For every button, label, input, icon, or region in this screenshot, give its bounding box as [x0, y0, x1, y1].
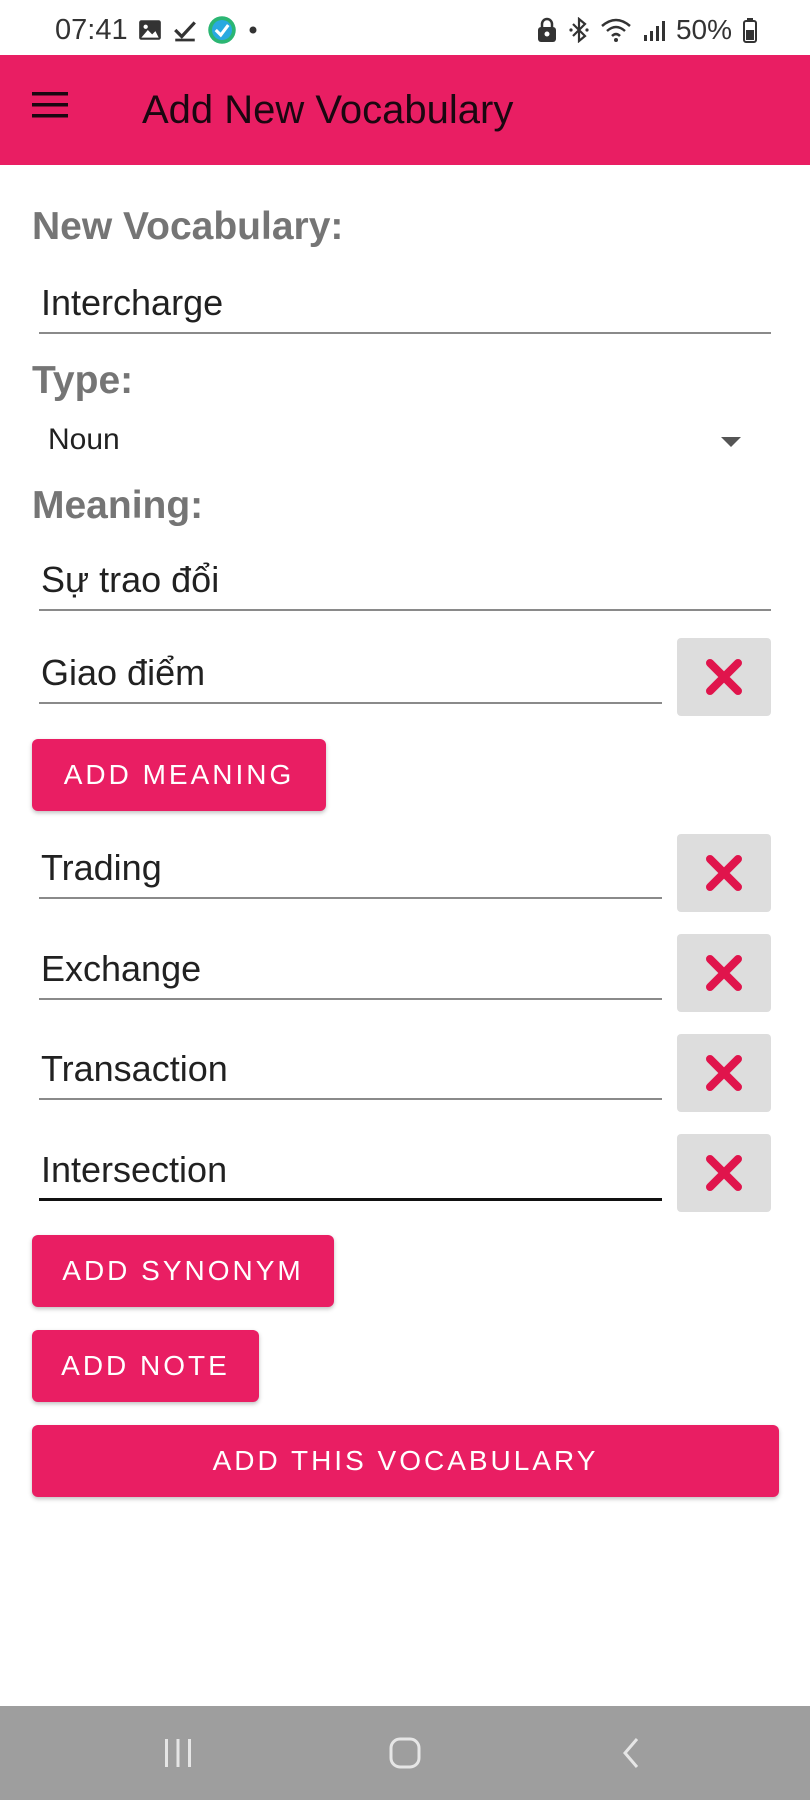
close-icon [706, 1055, 742, 1091]
home-button[interactable] [375, 1730, 435, 1776]
app-bar: Add New Vocabulary [0, 55, 810, 165]
download-done-icon [174, 21, 196, 42]
synonym-input[interactable] [39, 1141, 662, 1201]
add-vocabulary-button[interactable]: ADD THIS VOCABULARY [32, 1425, 779, 1497]
meaning-input[interactable] [39, 644, 662, 704]
add-meaning-button[interactable]: ADD MEANING [32, 739, 326, 811]
bluetooth-icon [569, 17, 589, 43]
add-vocabulary-label: ADD THIS VOCABULARY [212, 1445, 599, 1476]
close-icon [706, 855, 742, 891]
synonym-input[interactable] [39, 940, 662, 1000]
close-icon [706, 955, 742, 991]
close-icon [706, 1155, 742, 1191]
remove-synonym-button[interactable] [677, 934, 771, 1012]
recents-icon [165, 1739, 191, 1767]
status-bar: 07:41 50% [0, 0, 810, 55]
vocab-input[interactable] [39, 274, 771, 334]
synonym-input[interactable] [39, 1040, 662, 1100]
type-label: Type: [32, 359, 134, 402]
remove-meaning-button[interactable] [677, 638, 771, 716]
remove-synonym-button[interactable] [677, 834, 771, 912]
battery-icon [743, 18, 757, 43]
battery-percentage: 50% [675, 14, 732, 45]
type-dropdown[interactable]: Noun [39, 415, 759, 470]
page-title: Add New Vocabulary [142, 88, 514, 132]
hamburger-menu-icon [32, 92, 68, 118]
back-button[interactable] [602, 1730, 662, 1776]
status-system-icons: 50% [536, 14, 758, 46]
system-nav-bar [0, 1706, 810, 1800]
add-note-label: ADD NOTE [61, 1350, 230, 1381]
add-synonym-button[interactable]: ADD SYNONYM [32, 1235, 334, 1307]
home-icon [389, 1737, 421, 1769]
add-meaning-label: ADD MEANING [63, 759, 295, 790]
dot-icon [249, 26, 257, 34]
meaning-label: Meaning: [32, 484, 204, 527]
back-icon [623, 1738, 639, 1768]
menu-button[interactable] [30, 85, 80, 135]
status-notification-icons [137, 15, 260, 45]
signal-icon [643, 21, 665, 41]
status-time: 07:41 [55, 14, 128, 46]
app-check-icon [208, 16, 236, 44]
meaning-input[interactable] [39, 551, 771, 611]
image-icon [139, 20, 161, 40]
vocab-label: New Vocabulary: [32, 205, 344, 248]
wifi-icon [601, 18, 631, 42]
recents-button[interactable] [148, 1730, 208, 1776]
type-dropdown-value: Noun [48, 423, 120, 456]
remove-synonym-button[interactable] [677, 1134, 771, 1212]
dropdown-arrow-icon [721, 437, 741, 447]
remove-synonym-button[interactable] [677, 1034, 771, 1112]
synonym-input[interactable] [39, 839, 662, 899]
add-synonym-label: ADD SYNONYM [62, 1255, 304, 1286]
close-icon [706, 659, 742, 695]
add-note-button[interactable]: ADD NOTE [32, 1330, 259, 1402]
lock-icon [537, 17, 556, 42]
